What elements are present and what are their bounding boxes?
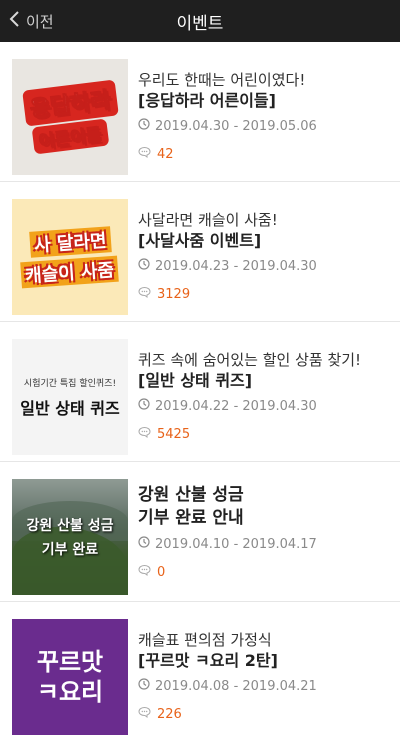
- event-info: 강원 산불 성금 기부 완료 안내 2019.04.10 - 2019.04.1…: [138, 484, 388, 580]
- date-range: 2019.04.22 - 2019.04.30: [155, 398, 317, 414]
- event-date: 2019.04.10 - 2019.04.17: [138, 536, 388, 552]
- event-item[interactable]: 응답하라 어른이들 우리도 한때는 어린이였다! [응답하라 어른이들] 201…: [0, 42, 400, 182]
- clock-icon: [138, 536, 150, 552]
- event-subtitle: 우리도 한때는 어린이였다!: [138, 71, 306, 89]
- event-date: 2019.04.30 - 2019.05.06: [138, 118, 388, 134]
- clock-icon: [138, 398, 150, 414]
- event-title: [사달사줌 이벤트]: [138, 231, 262, 250]
- event-subtitle: 캐슬표 편의점 가정식: [138, 631, 272, 649]
- event-title: 강원 산불 성금: [138, 485, 244, 505]
- thumbnail-text: 캐슬이 사줌: [20, 255, 120, 289]
- clock-icon: [138, 258, 150, 274]
- event-title: [일반 상태 퀴즈]: [138, 371, 253, 390]
- event-subtitle: 사달라면 캐슬이 사줌!: [138, 211, 278, 229]
- comment-count: 42: [138, 146, 388, 162]
- event-item[interactable]: 사 달라면 캐슬이 사줌 사달라면 캐슬이 사줌! [사달사줌 이벤트] 201…: [0, 182, 400, 322]
- thumbnail-text: 시험기간 특집 할인퀴즈!: [23, 378, 117, 389]
- event-thumbnail: 강원 산불 성금 기부 완료: [12, 479, 128, 595]
- top-bar: 이전 이벤트: [0, 0, 400, 42]
- event-title: 기부 완료 안내: [138, 508, 244, 528]
- event-date: 2019.04.08 - 2019.04.21: [138, 678, 388, 694]
- comment-count: 3129: [138, 286, 388, 302]
- speech-bubble-icon: [138, 286, 151, 302]
- comment-count: 5425: [138, 426, 388, 442]
- event-info: 캐슬표 편의점 가정식 [꾸르맛 ㅋ요리 2탄] 2019.04.08 - 20…: [138, 630, 388, 722]
- date-range: 2019.04.10 - 2019.04.17: [155, 536, 317, 552]
- date-range: 2019.04.30 - 2019.05.06: [155, 118, 317, 134]
- chevron-left-icon: [8, 10, 20, 32]
- event-thumbnail: 시험기간 특집 할인퀴즈! 일반 상태 퀴즈: [12, 339, 128, 455]
- clock-icon: [138, 678, 150, 694]
- event-info: 퀴즈 속에 숨어있는 할인 상품 찾기! [일반 상태 퀴즈] 2019.04.…: [138, 350, 388, 442]
- event-item[interactable]: 시험기간 특집 할인퀴즈! 일반 상태 퀴즈 퀴즈 속에 숨어있는 할인 상품 …: [0, 322, 400, 462]
- event-info: 우리도 한때는 어린이였다! [응답하라 어른이들] 2019.04.30 - …: [138, 70, 388, 162]
- thumbnail-text: 꾸르맛: [36, 648, 104, 676]
- date-range: 2019.04.23 - 2019.04.30: [155, 258, 317, 274]
- thumbnail-text: 사 달라면: [28, 226, 112, 258]
- comment-count: 0: [138, 564, 388, 580]
- speech-bubble-icon: [138, 706, 151, 722]
- thumbnail-text: 강원 산불 성금: [26, 518, 114, 534]
- date-range: 2019.04.08 - 2019.04.21: [155, 678, 317, 694]
- back-button[interactable]: 이전: [8, 0, 54, 42]
- event-thumbnail: 응답하라 어른이들: [12, 59, 128, 175]
- thumbnail-text: 기부 완료: [41, 542, 99, 558]
- comment-count: 226: [138, 706, 388, 722]
- speech-bubble-icon: [138, 426, 151, 442]
- thumbnail-text: ㅋ요리: [36, 678, 104, 706]
- event-title: [꾸르맛 ㅋ요리 2탄]: [138, 651, 278, 670]
- speech-bubble-icon: [138, 564, 151, 580]
- back-label: 이전: [26, 12, 54, 31]
- clock-icon: [138, 118, 150, 134]
- event-date: 2019.04.23 - 2019.04.30: [138, 258, 388, 274]
- speech-bubble-icon: [138, 146, 151, 162]
- event-list: 응답하라 어른이들 우리도 한때는 어린이였다! [응답하라 어른이들] 201…: [0, 42, 400, 742]
- event-title: [응답하라 어른이들]: [138, 91, 276, 110]
- event-date: 2019.04.22 - 2019.04.30: [138, 398, 388, 414]
- event-subtitle: 퀴즈 속에 숨어있는 할인 상품 찾기!: [138, 351, 362, 369]
- event-item[interactable]: 강원 산불 성금 기부 완료 강원 산불 성금 기부 완료 안내 2019.04…: [0, 462, 400, 602]
- event-item[interactable]: 꾸르맛 ㅋ요리 캐슬표 편의점 가정식 [꾸르맛 ㅋ요리 2탄] 2019.04…: [0, 602, 400, 742]
- event-info: 사달라면 캐슬이 사줌! [사달사줌 이벤트] 2019.04.23 - 201…: [138, 210, 388, 302]
- event-thumbnail: 사 달라면 캐슬이 사줌: [12, 199, 128, 315]
- page-title: 이벤트: [176, 13, 224, 34]
- event-thumbnail: 꾸르맛 ㅋ요리: [12, 619, 128, 735]
- thumbnail-text: 일반 상태 퀴즈: [20, 398, 120, 418]
